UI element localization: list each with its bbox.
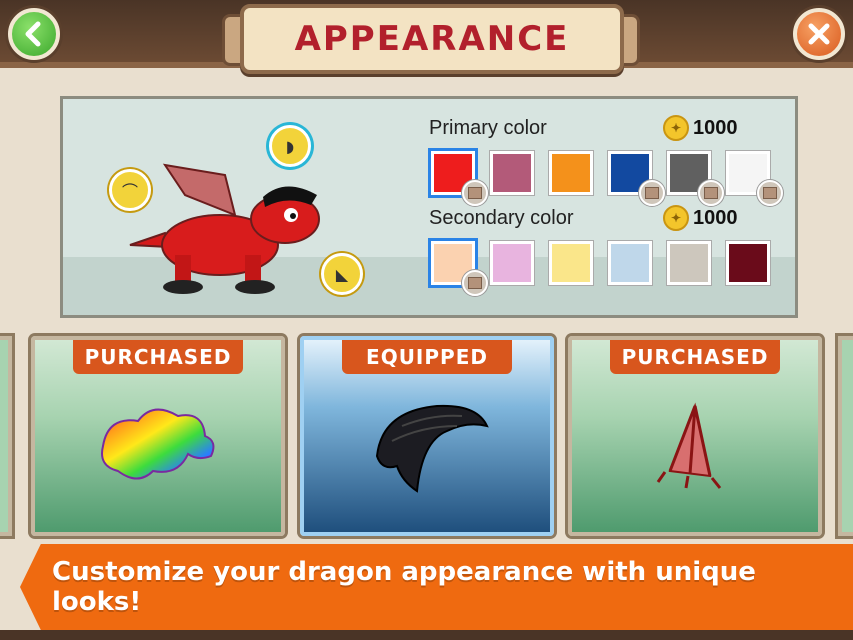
status-tag: PURCHASED	[610, 340, 780, 374]
red-claw-icon	[656, 402, 722, 489]
coin-icon: ✦	[663, 115, 689, 141]
item-card-rainbow[interactable]: PURCHASED	[31, 336, 285, 536]
hair-icon: ◗	[285, 136, 295, 156]
secondary-color-label: Secondary color	[429, 207, 574, 229]
card-partial-right[interactable]	[838, 336, 853, 536]
secondary-price: ✦ 1000	[663, 205, 738, 231]
secondary-swatch[interactable]	[667, 241, 711, 285]
coin-icon: ✦	[663, 205, 689, 231]
rainbow-hair-icon	[101, 408, 215, 480]
primary-swatch[interactable]	[431, 151, 488, 206]
promo-banner: Customize your dragon appearance with un…	[20, 544, 853, 630]
secondary-swatch[interactable]	[490, 241, 534, 285]
bottom-strip	[0, 630, 853, 640]
pompadour-hair-icon	[375, 404, 489, 493]
status-tag: PURCHASED	[73, 340, 243, 374]
item-card-pompadour[interactable]: EQUIPPED	[300, 336, 554, 536]
box-icon	[462, 180, 488, 206]
card-partial-left[interactable]	[0, 336, 12, 536]
secondary-swatch[interactable]	[431, 241, 488, 296]
box-icon	[639, 180, 665, 206]
close-button[interactable]	[793, 8, 845, 60]
primary-swatch[interactable]	[490, 151, 534, 195]
status-tag: EQUIPPED	[342, 340, 512, 374]
secondary-swatch[interactable]	[549, 241, 593, 285]
dragon-preview	[129, 163, 320, 294]
page-title: APPEARANCE	[294, 19, 570, 59]
primary-price: ✦ 1000	[663, 115, 738, 141]
promo-text: Customize your dragon appearance with un…	[52, 557, 756, 617]
box-icon	[698, 180, 724, 206]
primary-swatch[interactable]	[667, 151, 724, 206]
secondary-swatch[interactable]	[726, 241, 770, 285]
item-card-claws[interactable]: PURCHASED	[568, 336, 822, 536]
chevron-left-icon	[25, 21, 41, 47]
game-screen: APPEARANCE ⌒ ◗ ◣ Primary color ✦ 1000 Se…	[0, 0, 853, 640]
close-icon	[808, 23, 830, 45]
head-accessory-pin[interactable]: ⌒	[109, 169, 151, 211]
secondary-price-value: 1000	[693, 206, 738, 229]
box-icon	[757, 180, 783, 206]
primary-swatch[interactable]	[608, 151, 665, 206]
primary-price-value: 1000	[693, 116, 738, 139]
hair-pin[interactable]: ◗	[269, 125, 311, 167]
primary-swatch[interactable]	[726, 151, 783, 206]
feet-pin[interactable]: ◣	[321, 253, 363, 295]
preview-panel: ⌒ ◗ ◣ Primary color ✦ 1000 Secondary col…	[60, 96, 798, 318]
box-icon	[462, 270, 488, 296]
primary-swatch[interactable]	[549, 151, 593, 195]
hat-icon: ⌒	[121, 182, 138, 201]
secondary-swatch[interactable]	[608, 241, 652, 285]
primary-color-label: Primary color	[429, 117, 547, 139]
claw-icon: ◣	[335, 264, 349, 284]
title-banner: APPEARANCE	[240, 4, 624, 74]
back-button[interactable]	[8, 8, 60, 60]
